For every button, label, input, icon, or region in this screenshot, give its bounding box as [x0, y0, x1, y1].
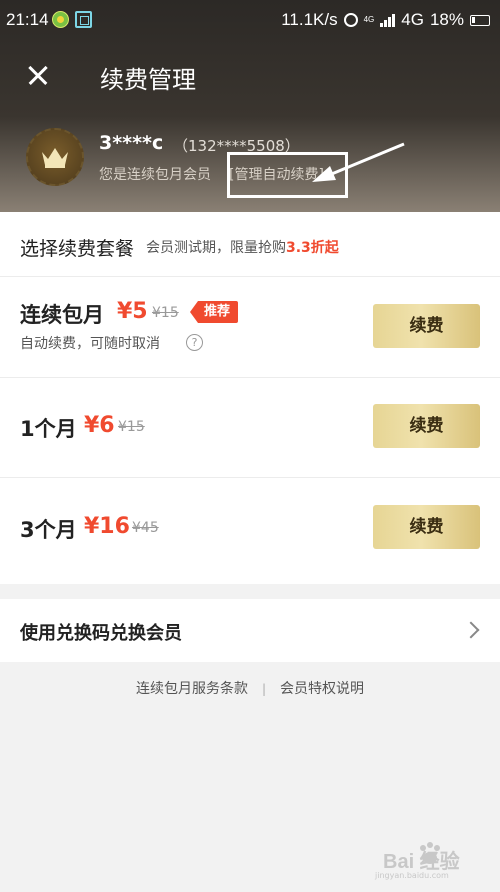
network-type: 4G — [401, 10, 424, 29]
plan-price: ¥5 — [117, 299, 148, 324]
paw-icon — [420, 842, 440, 864]
status-time: 21:14 — [6, 10, 49, 29]
avatar — [26, 128, 84, 186]
plan-original-price: ¥45 — [132, 520, 159, 536]
renew-button[interactable]: 续费 — [373, 404, 480, 448]
crown-icon — [42, 148, 68, 168]
help-icon[interactable]: ? — [186, 334, 203, 351]
plan-row-3-month: 3个月 ¥16 ¥45 续费 — [0, 477, 500, 577]
battery-icon — [470, 14, 490, 26]
plans-section-title: 选择续费套餐 — [20, 238, 135, 260]
watermark: Bai 经验 jingyan.baidu.com — [355, 835, 495, 885]
close-icon[interactable] — [24, 60, 54, 90]
plan-row-1-month: 1个月 ¥6 ¥15 续费 — [0, 377, 500, 478]
footer-links: 连续包月服务条款 | 会员特权说明 — [0, 678, 500, 698]
alarm-icon — [343, 13, 358, 27]
discount-highlight: 3.3折起 — [286, 240, 339, 256]
plans-section-subtitle: 会员测试期，限量抢购3.3折起 — [146, 237, 339, 257]
app-notification-icon — [52, 11, 69, 28]
plan-name: 3个月 — [20, 518, 77, 542]
member-status: 您是连续包月会员 — [99, 167, 211, 183]
recommend-badge: 推荐 — [190, 301, 239, 323]
plan-description: 自动续费，可随时取消 — [20, 336, 160, 352]
watermark-url: jingyan.baidu.com — [375, 871, 449, 880]
arrow-annotation-icon — [312, 142, 405, 182]
scan-notification-icon — [75, 11, 92, 28]
signal-icon — [380, 13, 396, 27]
renew-button[interactable]: 续费 — [373, 304, 480, 348]
redeem-code-row[interactable]: 使用兑换码兑换会员 — [0, 599, 500, 662]
plans-section-header: 选择续费套餐 会员测试期，限量抢购3.3折起 — [0, 212, 500, 277]
plan-price: ¥16 — [84, 514, 130, 539]
chevron-right-icon — [462, 621, 480, 639]
network-small-label: 4G — [363, 15, 375, 24]
page-title: 续费管理 — [100, 66, 196, 94]
service-terms-link[interactable]: 连续包月服务条款 — [136, 678, 248, 698]
renew-button[interactable]: 续费 — [373, 505, 480, 549]
member-privileges-link[interactable]: 会员特权说明 — [280, 678, 364, 698]
plan-row-monthly-auto: 连续包月 ¥5 ¥15 推荐 自动续费，可随时取消 ? 续费 — [0, 277, 500, 378]
status-bar: 21:14 11.1K/s 4G 4G 18% — [0, 0, 500, 40]
plan-name: 1个月 — [20, 417, 77, 441]
plan-price: ¥6 — [84, 413, 115, 438]
battery-percent: 18% — [429, 10, 464, 29]
redeem-code-label: 使用兑换码兑换会员 — [20, 623, 182, 644]
username: 3****c — [99, 132, 164, 154]
plans-panel: 选择续费套餐 会员测试期，限量抢购3.3折起 连续包月 ¥5 ¥15 推荐 自动… — [0, 212, 500, 584]
plan-original-price: ¥15 — [118, 419, 145, 435]
header: 21:14 11.1K/s 4G 4G 18% 续费管理 3****c （132… — [0, 0, 500, 212]
status-right: 11.1K/s 4G 4G 18% — [281, 10, 490, 30]
network-speed: 11.1K/s — [281, 10, 338, 29]
footer-separator: | — [261, 682, 267, 696]
plan-original-price: ¥15 — [152, 305, 179, 321]
plan-name: 连续包月 — [20, 303, 104, 327]
subtitle-text: 会员测试期，限量抢购 — [146, 240, 286, 256]
